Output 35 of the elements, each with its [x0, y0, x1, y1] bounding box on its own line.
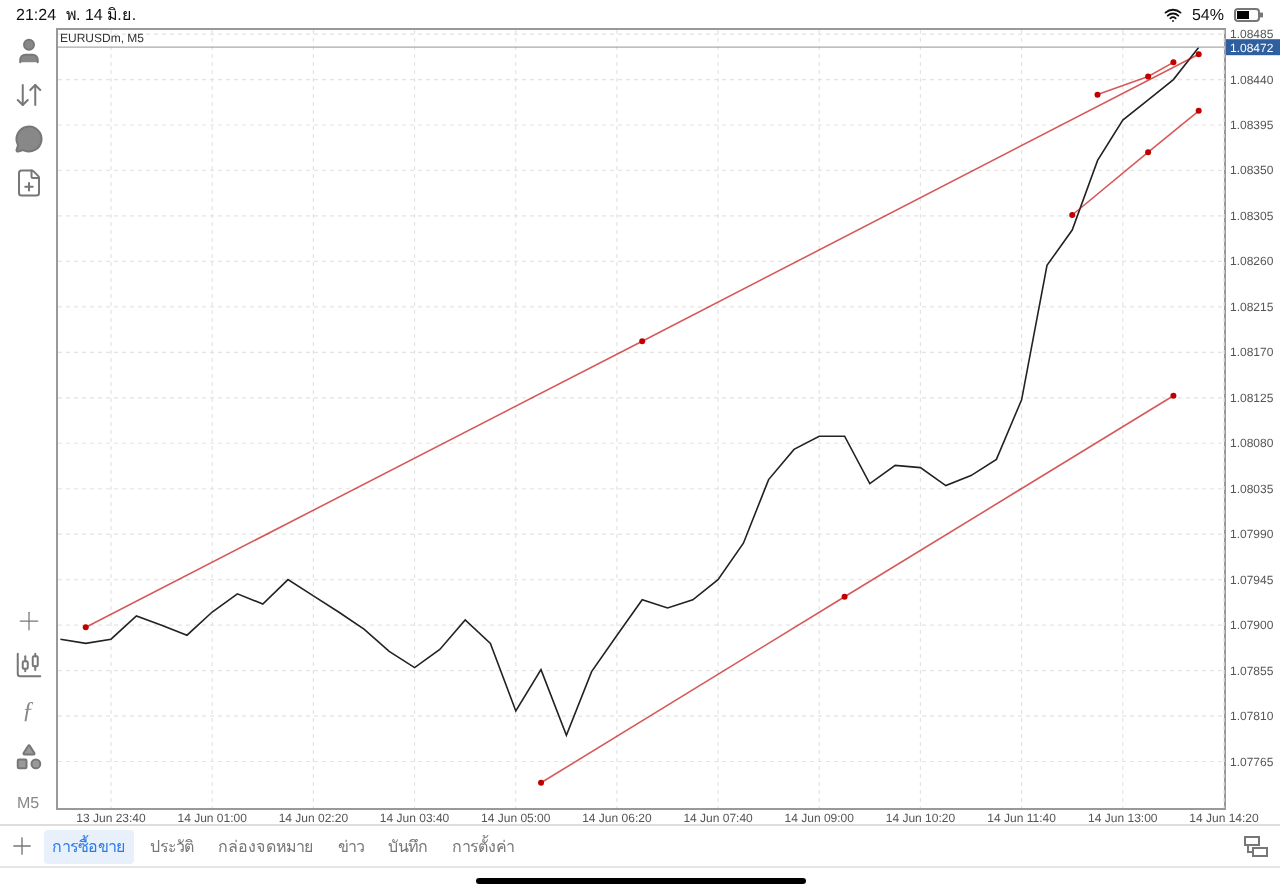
chat-icon[interactable]: [13, 124, 43, 154]
tab[interactable]: กล่องจดหมาย: [210, 829, 322, 863]
point: [639, 338, 646, 345]
point: [841, 593, 848, 600]
battery-icon: [1234, 7, 1264, 21]
status-time: 21:24: [16, 5, 57, 23]
tab[interactable]: การซื้อขาย: [44, 829, 134, 863]
point: [1069, 211, 1076, 218]
point: [1195, 107, 1202, 114]
timeframe-button[interactable]: M5: [16, 786, 40, 820]
tab[interactable]: บันทึก: [380, 829, 436, 863]
point: [1170, 59, 1177, 66]
trend-line-drawing[interactable]: [1094, 59, 1177, 98]
point: [1170, 392, 1177, 399]
point: [1094, 91, 1101, 98]
point: [1195, 51, 1202, 58]
add-icon[interactable]: [8, 832, 36, 860]
point: [1145, 73, 1152, 80]
shapes-icon[interactable]: [13, 742, 43, 772]
candlestick-icon[interactable]: [13, 650, 43, 680]
point: [82, 624, 89, 631]
indicator-button[interactable]: ƒ: [22, 694, 34, 728]
trade-arrows-icon[interactable]: [13, 80, 43, 110]
point: [538, 779, 545, 786]
account-icon[interactable]: [13, 36, 43, 66]
battery-percent: 54%: [1191, 5, 1224, 23]
status-date: พ. 14 มิ.ย.: [66, 3, 137, 27]
wifi-icon: [1163, 5, 1182, 23]
trend-line-drawing[interactable]: [1069, 107, 1202, 218]
point: [1145, 149, 1152, 156]
windows-icon[interactable]: [1244, 835, 1268, 857]
tab[interactable]: การตั้งค่า: [444, 829, 522, 863]
new-document-icon[interactable]: [13, 168, 43, 198]
tab[interactable]: ประวัติ: [142, 829, 202, 863]
tab[interactable]: ข่าว: [330, 829, 372, 863]
